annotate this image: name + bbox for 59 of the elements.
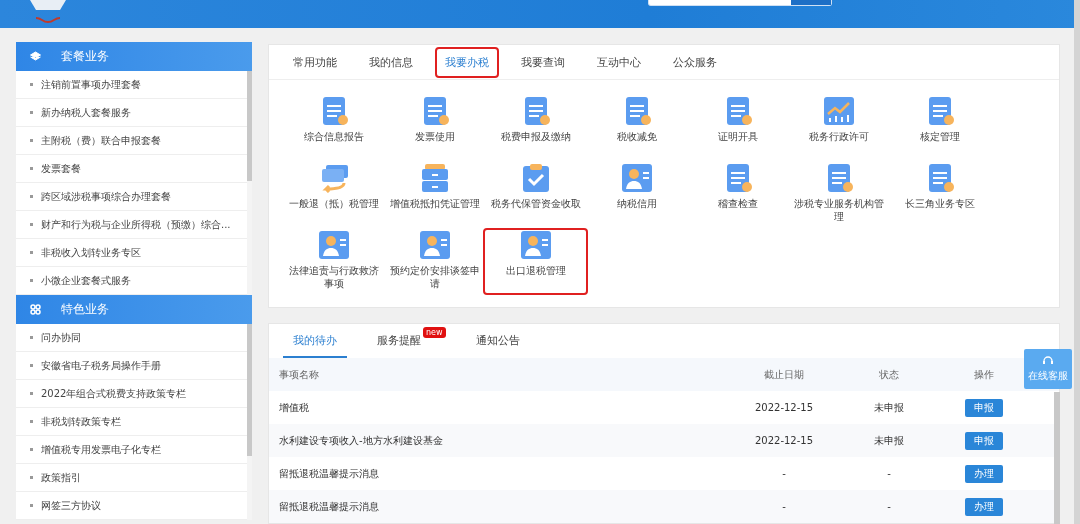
function-tile[interactable]: 证明开具 [687,96,788,159]
tab[interactable]: 我要办税 [437,48,497,76]
function-tile[interactable]: 长三角业务专区 [889,163,990,226]
function-tile[interactable]: 增值税抵扣凭证管理 [384,163,485,226]
layers-icon [30,51,41,62]
person-card-icon [519,230,552,260]
scrollbar-thumb[interactable] [247,324,252,456]
action-button[interactable]: 办理 [965,464,1003,483]
table-cell: 未申报 [874,400,904,415]
function-tile[interactable]: 稽查检查 [687,163,788,226]
column-header: 截止日期 [764,367,804,382]
new-badge: new [423,327,446,338]
function-tile[interactable]: 税费申报及缴纳 [485,96,586,159]
action-button[interactable]: 申报 [965,431,1003,450]
table-cell: - [887,501,891,512]
function-tile[interactable]: 预约定价安排谈签申请 [384,230,485,293]
scrollbar-thumb[interactable] [247,71,252,181]
function-tile[interactable]: 税务行政许可 [788,96,889,159]
clover-icon [30,304,41,315]
function-tile[interactable]: 出口退税管理 [485,230,586,293]
tab[interactable]: 我要查询 [513,48,573,76]
column-header: 状态 [879,367,899,382]
sidebar-header: 套餐业务 [16,42,252,71]
tab[interactable]: 通知公告 [465,333,530,358]
table-cell: 留抵退税温馨提示消息 [279,499,379,514]
tab[interactable]: 互动中心 [589,48,649,76]
table-cell: 留抵退税温馨提示消息 [279,466,379,481]
function-tile[interactable]: 核定管理 [889,96,990,159]
column-header: 操作 [974,367,994,382]
table-cell: - [887,468,891,479]
person-card-icon [418,230,451,260]
function-tile[interactable]: 综合信息报告 [283,96,384,159]
tab[interactable]: 公众服务 [665,48,725,76]
person-card-icon [317,230,350,260]
action-button[interactable]: 申报 [965,398,1003,417]
function-tile[interactable]: 纳税信用 [586,163,687,226]
person-card-icon [620,163,653,193]
table-cell: 2022-12-15 [754,402,814,413]
function-tile[interactable]: 税务代保管资金收取 [485,163,586,226]
table-cell: - [782,501,786,512]
tab[interactable]: 我的信息 [361,48,421,76]
table-cell: - [782,468,786,479]
search-field[interactable] [648,0,832,6]
headset-icon [1042,355,1054,367]
action-button[interactable]: 办理 [965,497,1003,516]
tab[interactable]: 常用功能 [285,48,345,76]
table-cell: 未申报 [874,433,904,448]
logo-icon [28,0,68,26]
table-cell: 增值税 [279,400,309,415]
table-cell: 水利建设专项收入-地方水利建设基金 [279,433,443,448]
function-tile[interactable]: 发票使用 [384,96,485,159]
table-cell: 2022-12-15 [754,435,814,446]
function-tile[interactable]: 涉税专业服务机构管理 [788,163,889,226]
sidebar-header: 特色业务 [16,295,252,324]
chart-icon [822,96,855,126]
function-tile[interactable]: 法律追责与行政救济事项 [283,230,384,293]
column-header: 事项名称 [279,367,319,382]
function-tile[interactable]: 税收减免 [586,96,687,159]
function-tile[interactable]: 一般退（抵）税管理 [283,163,384,226]
